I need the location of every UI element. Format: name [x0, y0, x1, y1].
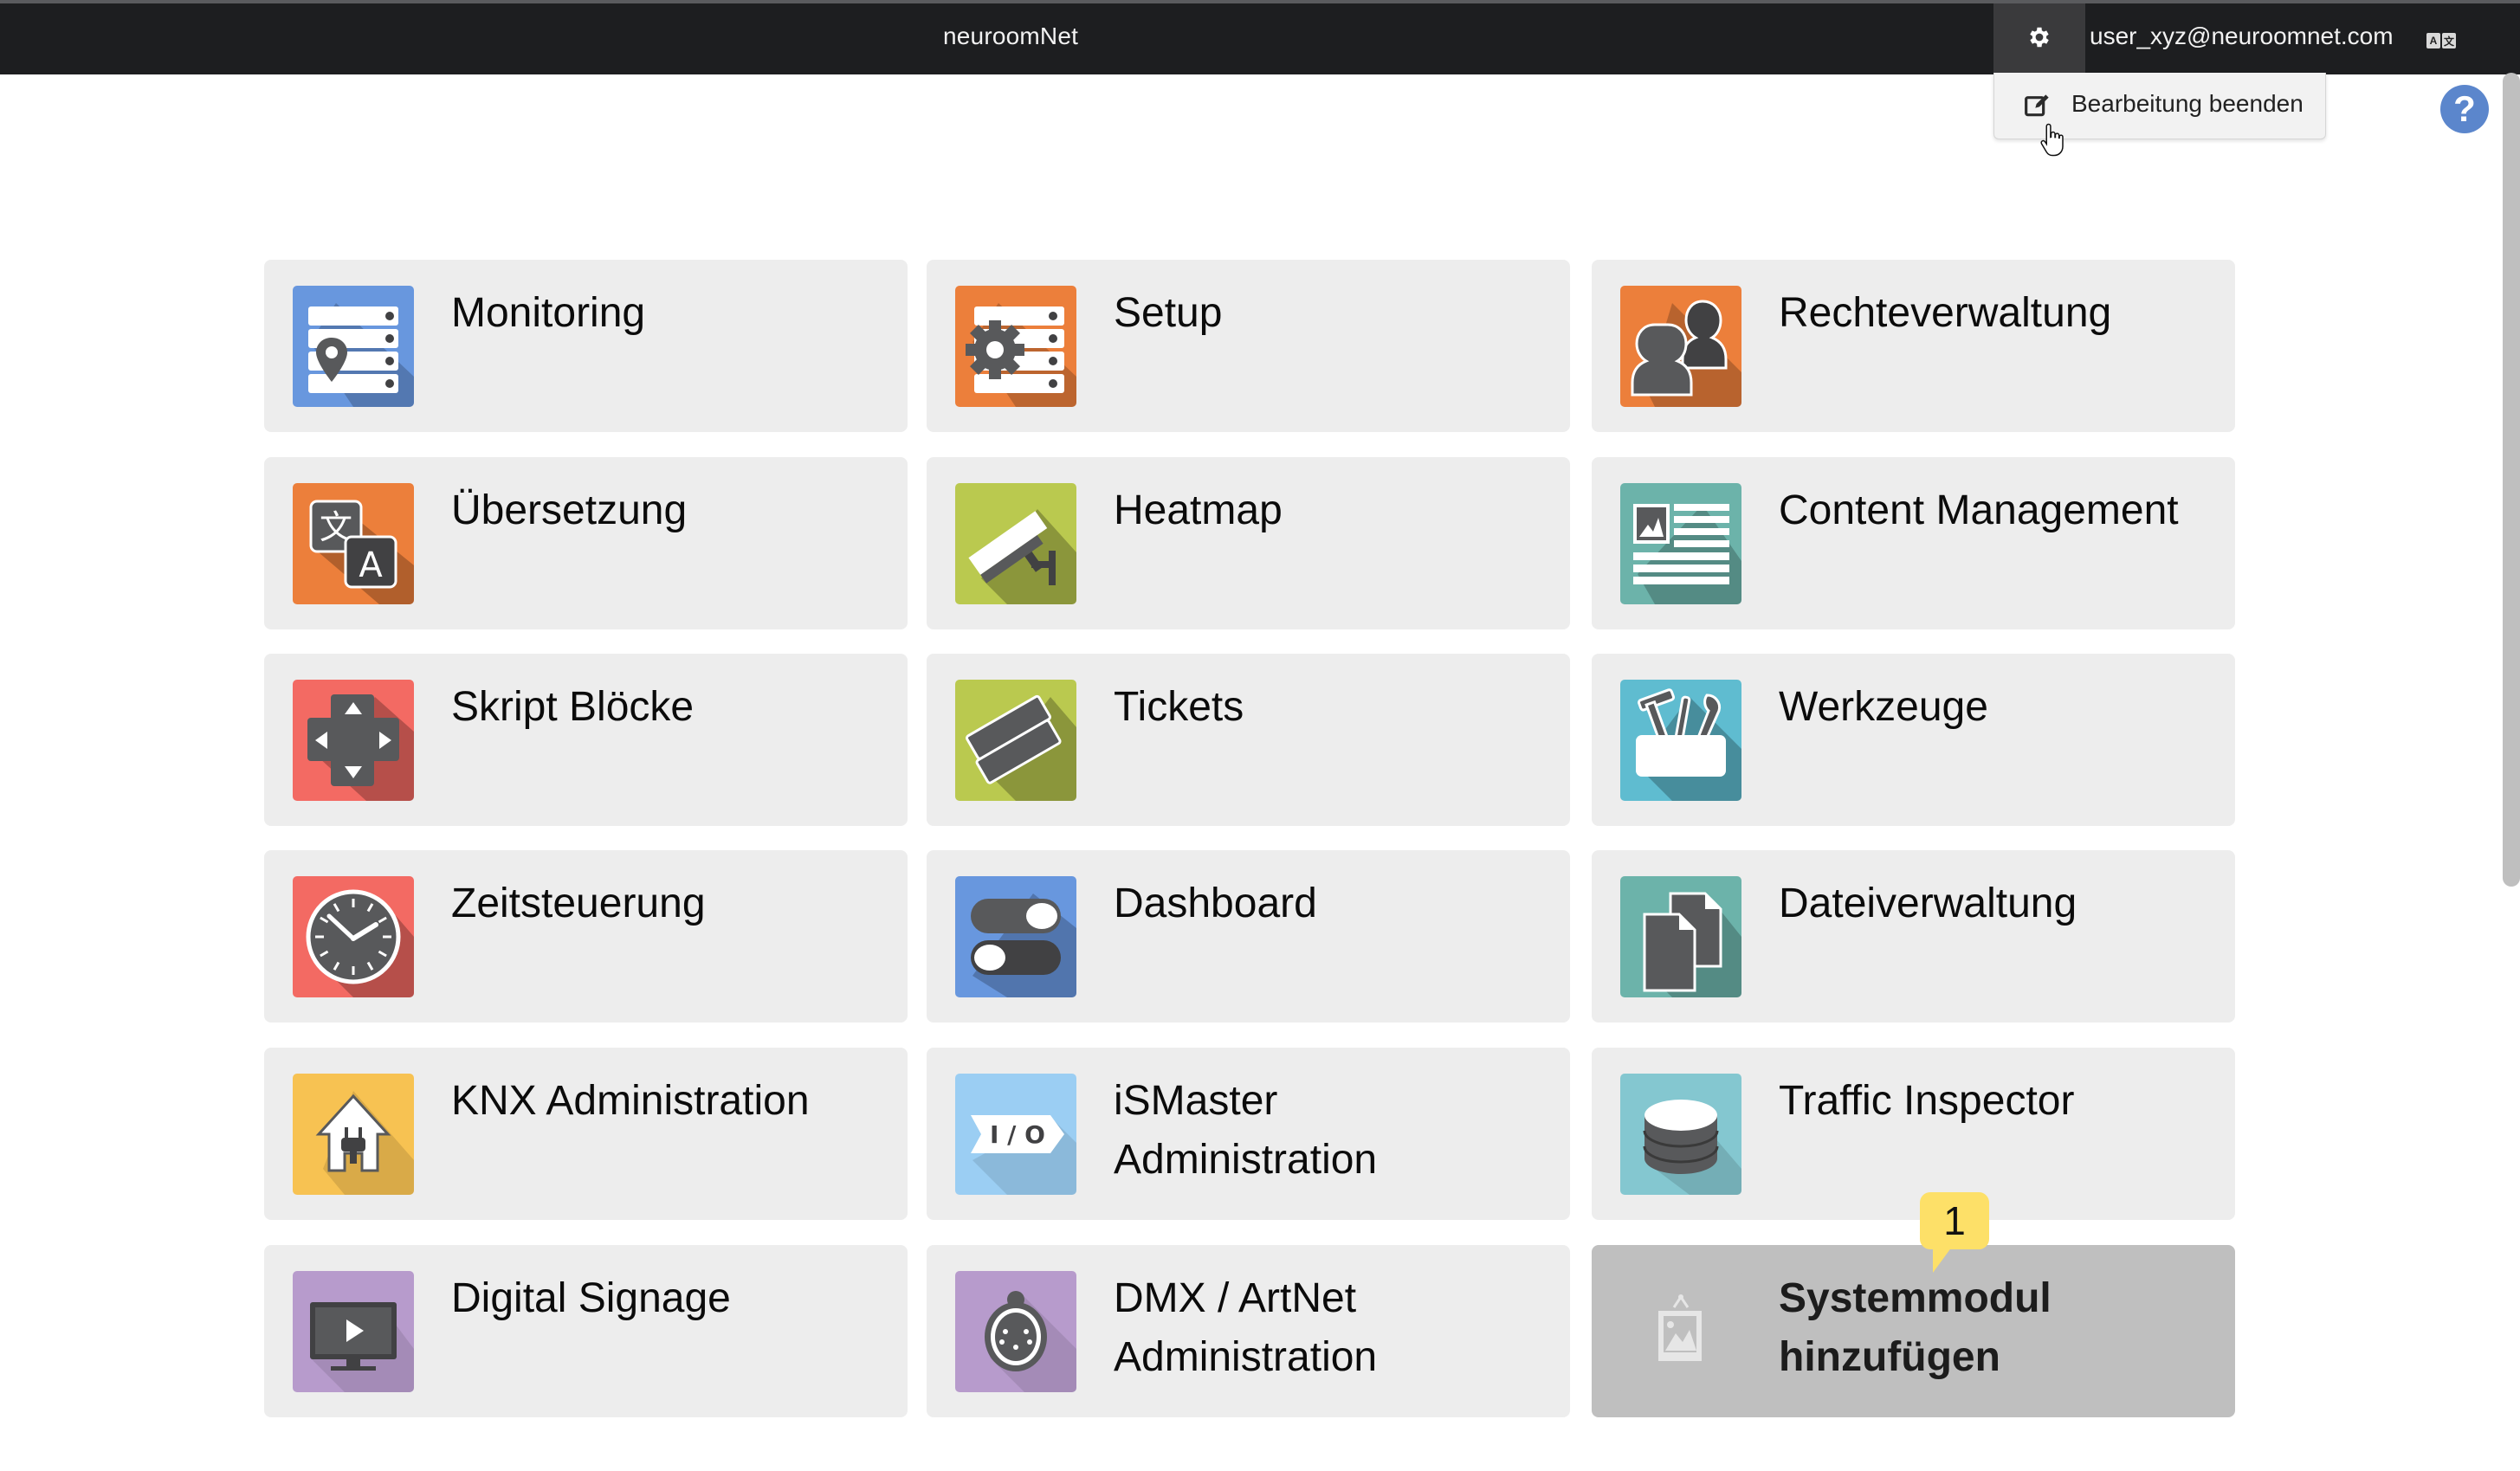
module-tile-label: iSMaster Administration	[1114, 1078, 1378, 1183]
toggles-icon	[955, 876, 1076, 997]
files-icon	[1620, 876, 1741, 997]
module-tile-monitoring[interactable]: Monitoring	[264, 260, 908, 432]
users-icon	[1620, 286, 1741, 407]
module-tile-zeitsteuerung[interactable]: Zeitsteuerung	[264, 850, 908, 1023]
module-tile-setup[interactable]: Setup	[927, 260, 1570, 432]
image-placeholder-icon	[1620, 1271, 1741, 1392]
module-tile-label: Tickets	[1114, 684, 1244, 730]
module-tile-heatmap[interactable]: Heatmap	[927, 457, 1570, 629]
translate-icon-cjk: 文	[2442, 33, 2456, 48]
dpad-icon	[293, 680, 414, 801]
module-tile-label: Systemmodul hinzufügen	[1779, 1275, 2052, 1380]
mouse-cursor-hand-icon	[2039, 121, 2065, 165]
edit-icon	[2024, 92, 2052, 124]
module-tile-label: Digital Signage	[451, 1275, 731, 1321]
module-tile-label: Zeitsteuerung	[451, 881, 706, 926]
user-email-link[interactable]: user_xyz@neuroomnet.com	[2090, 23, 2394, 50]
database-icon	[1620, 1074, 1741, 1195]
language-switch-button[interactable]: A 文	[2426, 33, 2456, 48]
module-tile-tickets[interactable]: Tickets	[927, 654, 1570, 826]
help-icon: ?	[2453, 88, 2476, 129]
notification-badge: 1	[1920, 1192, 1989, 1249]
module-tile-digital-signage[interactable]: Digital Signage	[264, 1245, 908, 1417]
vertical-scrollbar[interactable]	[2503, 73, 2520, 887]
module-tile-ismaster-administration[interactable]: I / O iSMaster Administration	[927, 1048, 1570, 1220]
module-tile-werkzeuge[interactable]: Werkzeuge	[1592, 654, 2235, 826]
house-plug-icon	[293, 1074, 414, 1195]
module-tile-label: DMX / ArtNet Administration	[1114, 1275, 1378, 1380]
module-tile-knx-administration[interactable]: KNX Administration	[264, 1048, 908, 1220]
module-tile-dmx-artnet-administration[interactable]: DMX / ArtNet Administration	[927, 1245, 1570, 1417]
app-title: neuroomNet	[943, 23, 1079, 49]
module-tile-dashboard[interactable]: Dashboard	[927, 850, 1570, 1023]
article-icon	[1620, 483, 1741, 604]
svg-text:A: A	[359, 545, 383, 585]
module-tile-label: Werkzeuge	[1779, 684, 1988, 730]
top-navbar: neuroomNet user_xyz@neuroomnet.com A 文	[0, 0, 2520, 74]
module-tile-systemmodul-hinzufügen[interactable]: Systemmodul hinzufügen	[1592, 1245, 2235, 1417]
server-location-icon	[293, 286, 414, 407]
module-tile-label: Dateiverwaltung	[1779, 881, 2077, 926]
module-tile-label: Rechteverwaltung	[1779, 290, 2112, 336]
module-tile-dateiverwaltung[interactable]: Dateiverwaltung	[1592, 850, 2235, 1023]
help-button[interactable]: ?	[2440, 85, 2489, 133]
module-tile-traffic-inspector[interactable]: Traffic Inspector	[1592, 1048, 2235, 1220]
server-gear-icon	[955, 286, 1076, 407]
module-tile-label: Setup	[1114, 290, 1223, 336]
security-camera-icon	[955, 483, 1076, 604]
module-tile-skript-blöcke[interactable]: Skript Blöcke	[264, 654, 908, 826]
module-tile-rechteverwaltung[interactable]: Rechteverwaltung	[1592, 260, 2235, 432]
module-tile-content-management[interactable]: Content Management	[1592, 457, 2235, 629]
module-tile-label: Content Management	[1779, 487, 2179, 533]
monitor-play-icon	[293, 1271, 414, 1392]
io-icon: I / O	[955, 1074, 1076, 1195]
module-tile-übersetzung[interactable]: 文 A Übersetzung	[264, 457, 908, 629]
module-tile-label: Traffic Inspector	[1779, 1078, 2075, 1124]
module-tile-label: Heatmap	[1114, 487, 1283, 533]
stop-editing-label: Bearbeitung beenden	[2071, 90, 2304, 117]
clock-icon	[293, 876, 414, 997]
badge-tail	[1933, 1247, 1952, 1273]
module-tile-label: Übersetzung	[451, 487, 688, 533]
toolbox-icon	[1620, 680, 1741, 801]
module-tile-label: KNX Administration	[451, 1078, 810, 1124]
settings-button[interactable]	[1993, 3, 2085, 74]
gear-icon	[2026, 24, 2052, 55]
svg-text:I / O: I / O	[990, 1120, 1045, 1149]
module-tile-label: Skript Blöcke	[451, 684, 695, 730]
dmx-connector-icon	[955, 1271, 1076, 1392]
translate-icon-latin: A	[2426, 33, 2440, 48]
tickets-icon	[955, 680, 1076, 801]
translate-icon: 文 A	[293, 483, 414, 604]
module-tile-label: Monitoring	[451, 290, 646, 336]
module-tile-label: Dashboard	[1114, 881, 1317, 926]
